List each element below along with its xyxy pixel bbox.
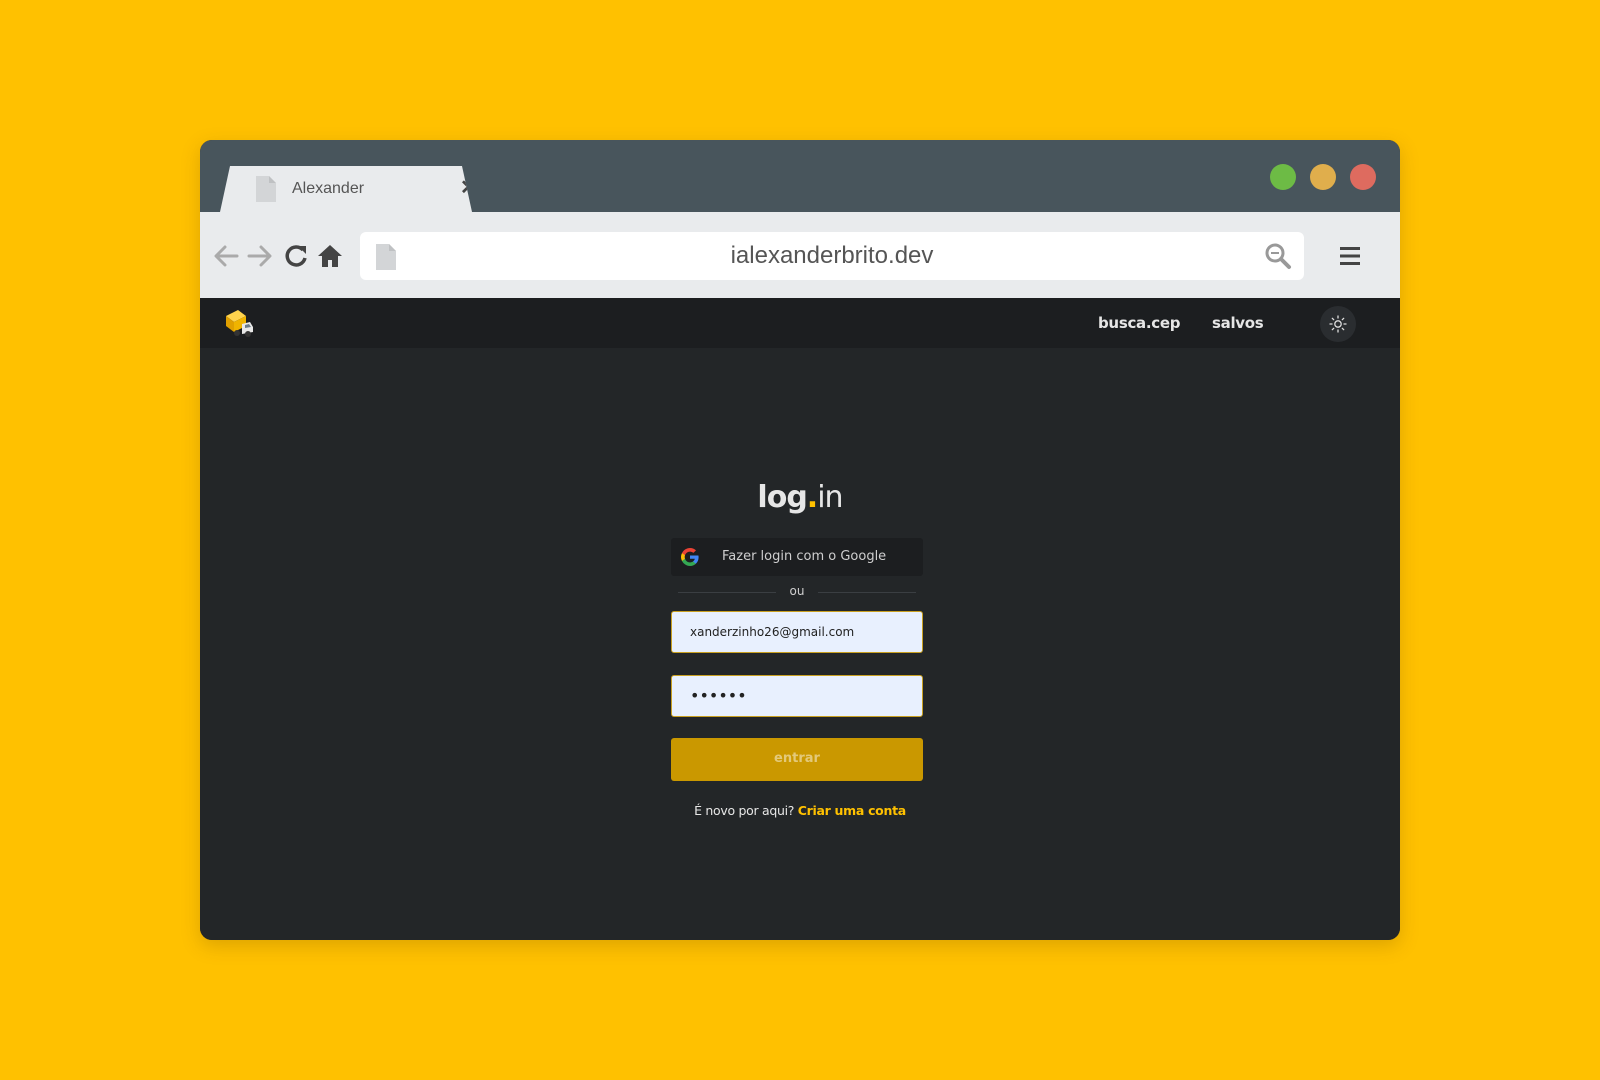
address-bar[interactable]: ialexanderbrito.dev bbox=[360, 232, 1304, 280]
login-page: log.in Fazer login com o Google ou xande… bbox=[200, 348, 1400, 940]
login-title-dot: . bbox=[806, 480, 818, 515]
tab-title: Alexander bbox=[292, 180, 365, 197]
divider-text: ou bbox=[789, 584, 805, 598]
browser-titlebar: Alexander ✕ bbox=[200, 140, 1400, 212]
theme-toggle-button[interactable] bbox=[1320, 306, 1356, 342]
reload-icon[interactable] bbox=[282, 242, 310, 270]
email-field[interactable]: xanderzinho26@gmail.com bbox=[671, 611, 923, 653]
sun-icon bbox=[1329, 315, 1347, 333]
divider-line-right bbox=[818, 592, 916, 593]
create-account-link[interactable]: Criar uma conta bbox=[798, 803, 906, 818]
back-arrow-icon[interactable] bbox=[212, 242, 240, 270]
search-icon[interactable] bbox=[1264, 242, 1292, 270]
maximize-window-button[interactable] bbox=[1270, 164, 1296, 190]
login-title-bold: log bbox=[757, 480, 807, 515]
browser-window: Alexander ✕ ialexanderbrito.dev busca.ce… bbox=[200, 140, 1400, 940]
home-icon[interactable] bbox=[316, 242, 344, 270]
signup-prompt-text: É novo por aqui? bbox=[694, 803, 795, 818]
url-text[interactable]: ialexanderbrito.dev bbox=[360, 242, 1304, 270]
minimize-window-button[interactable] bbox=[1310, 164, 1336, 190]
google-login-label: Fazer login com o Google bbox=[722, 549, 887, 564]
divider-line-left bbox=[678, 592, 776, 593]
close-window-button[interactable] bbox=[1350, 164, 1376, 190]
close-icon[interactable]: ✕ bbox=[460, 178, 472, 198]
password-field-value: •••••• bbox=[690, 686, 747, 705]
google-icon bbox=[681, 548, 699, 566]
login-title: log.in bbox=[200, 480, 1400, 515]
signup-prompt: É novo por aqui? Criar uma conta bbox=[200, 803, 1400, 818]
google-login-button[interactable]: Fazer login com o Google bbox=[671, 538, 923, 576]
forward-arrow-icon[interactable] bbox=[246, 242, 274, 270]
nav-link-busca-cep[interactable]: busca.cep bbox=[1098, 314, 1180, 332]
password-field[interactable]: •••••• bbox=[671, 675, 923, 717]
hamburger-menu-icon[interactable] bbox=[1340, 246, 1360, 266]
delivery-truck-icon[interactable] bbox=[224, 308, 254, 338]
browser-tab[interactable]: Alexander ✕ bbox=[220, 166, 472, 212]
browser-toolbar: ialexanderbrito.dev bbox=[200, 212, 1400, 298]
login-submit-button[interactable]: entrar bbox=[671, 738, 923, 781]
email-field-value: xanderzinho26@gmail.com bbox=[690, 625, 855, 639]
login-submit-label: entrar bbox=[774, 751, 820, 766]
site-navbar: busca.cep salvos bbox=[200, 298, 1400, 348]
document-icon bbox=[256, 176, 276, 202]
nav-link-salvos[interactable]: salvos bbox=[1212, 314, 1264, 332]
login-title-rest: in bbox=[817, 480, 843, 515]
